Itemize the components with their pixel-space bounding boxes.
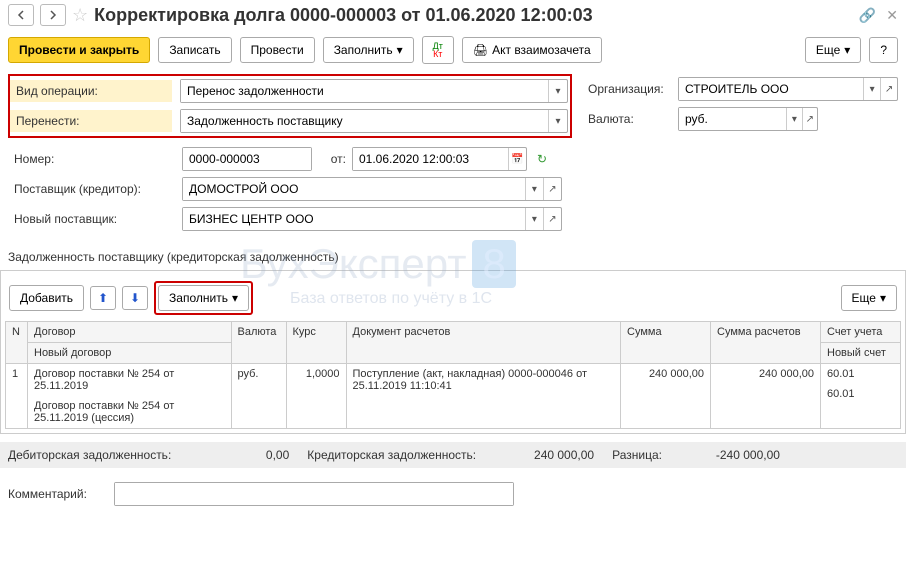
new-supplier-input[interactable] [183,208,525,230]
chevron-down-icon: ▾ [880,291,886,305]
summary-bar: Дебиторская задолженность: 0,00 Кредитор… [0,442,906,468]
add-button[interactable]: Добавить [9,285,84,311]
fill-label: Заполнить [334,43,393,57]
diff-value: -240 000,00 [680,448,780,462]
new-supplier-label: Новый поставщик: [8,208,176,230]
cell-sumcalc: 240 000,00 [711,364,821,429]
col-new-account: Новый счет [821,343,901,364]
dropdown-icon[interactable]: ▾ [525,208,543,230]
transfer-input[interactable] [181,110,548,132]
col-sum: Сумма [621,322,711,364]
open-icon[interactable]: ↗ [543,208,561,230]
more-label: Еще [816,43,840,57]
open-icon[interactable]: ↗ [543,178,561,200]
more-button[interactable]: Еще ▾ [805,37,861,63]
transfer-label: Перенести: [10,110,172,132]
help-button[interactable]: ? [869,37,898,63]
currency-input[interactable] [679,108,786,130]
col-account: Счет учета [821,322,901,343]
table-row[interactable]: 1 Договор поставки № 254 от 25.11.2019 Д… [6,364,901,429]
open-icon[interactable]: ↗ [880,78,897,100]
col-n: N [6,322,28,364]
forward-button[interactable] [40,4,66,26]
op-type-label: Вид операции: [10,80,172,102]
currency-label: Валюта: [582,108,672,130]
dtkt-button[interactable]: ДтКт [422,36,454,64]
credit-label: Кредиторская задолженность: [307,448,476,462]
table-fill-label: Заполнить [169,291,228,305]
chevron-down-icon: ▾ [232,291,238,305]
post-button[interactable]: Провести [240,37,315,63]
open-icon[interactable]: ↗ [802,108,817,130]
cell-contract: Договор поставки № 254 от 25.11.2019 Дог… [28,364,232,429]
cell-doc: Поступление (акт, накладная) 0000-000046… [346,364,621,429]
link-icon[interactable]: 🔗 [859,7,876,24]
chevron-down-icon: ▾ [397,43,403,57]
org-label: Организация: [582,78,672,100]
close-icon[interactable]: ✕ [886,7,898,24]
col-doc: Документ расчетов [346,322,621,364]
supplier-input[interactable] [183,178,525,200]
col-currency: Валюта [231,322,286,364]
comment-input[interactable] [115,483,513,505]
debit-label: Дебиторская задолженность: [8,448,171,462]
comment-label: Комментарий: [8,487,108,501]
dropdown-icon[interactable]: ▾ [548,110,567,132]
printer-icon: 🖨 [473,43,488,57]
credit-value: 240 000,00 [494,448,594,462]
debit-value: 0,00 [189,448,289,462]
org-input[interactable] [679,78,863,100]
chevron-down-icon: ▾ [844,43,850,57]
dropdown-icon[interactable]: ▾ [525,178,543,200]
move-up-button[interactable]: ⬆ [90,286,116,310]
favorite-icon[interactable]: ☆ [72,5,88,26]
cell-currency: руб. [231,364,286,429]
move-down-button[interactable]: ⬇ [122,286,148,310]
act-label: Акт взаимозачета [492,43,591,57]
dropdown-icon[interactable]: ▾ [548,80,567,102]
table-fill-button[interactable]: Заполнить ▾ [158,285,249,311]
col-sumcalc: Сумма расчетов [711,322,821,364]
act-button[interactable]: 🖨 Акт взаимозачета [462,37,602,63]
back-button[interactable] [8,4,34,26]
dropdown-icon[interactable]: ▾ [863,78,880,100]
number-input[interactable] [183,148,311,170]
cell-account-main: 60.01 [827,368,894,380]
post-close-button[interactable]: Провести и закрыть [8,37,150,63]
tab-title[interactable]: Задолженность поставщику (кредиторская з… [0,244,906,271]
date-input[interactable] [353,148,508,170]
save-button[interactable]: Записать [158,37,231,63]
number-label: Номер: [8,148,176,170]
col-rate: Курс [286,322,346,364]
debt-table[interactable]: N Договор Валюта Курс Документ расчетов … [5,321,901,429]
calendar-icon[interactable]: 📅 [508,148,526,170]
cell-account: 60.01 60.01 [821,364,901,429]
fill-button[interactable]: Заполнить ▾ [323,37,414,63]
table-more-label: Еще [852,291,876,305]
dropdown-icon[interactable]: ▾ [786,108,801,130]
cell-account-new: 60.01 [827,388,894,400]
col-contract: Договор [28,322,232,343]
from-label: от: [318,152,346,166]
col-new-contract: Новый договор [28,343,232,364]
refresh-icon[interactable]: ↻ [537,152,547,166]
diff-label: Разница: [612,448,662,462]
cell-contract-new: Договор поставки № 254 от 25.11.2019 (це… [34,400,225,424]
op-type-input[interactable] [181,80,548,102]
cell-rate: 1,0000 [286,364,346,429]
cell-contract-main: Договор поставки № 254 от 25.11.2019 [34,368,225,392]
table-more-button[interactable]: Еще ▾ [841,285,897,311]
cell-sum: 240 000,00 [621,364,711,429]
supplier-label: Поставщик (кредитор): [8,178,176,200]
window-title: Корректировка долга 0000-000003 от 01.06… [94,5,853,26]
cell-n: 1 [6,364,28,429]
